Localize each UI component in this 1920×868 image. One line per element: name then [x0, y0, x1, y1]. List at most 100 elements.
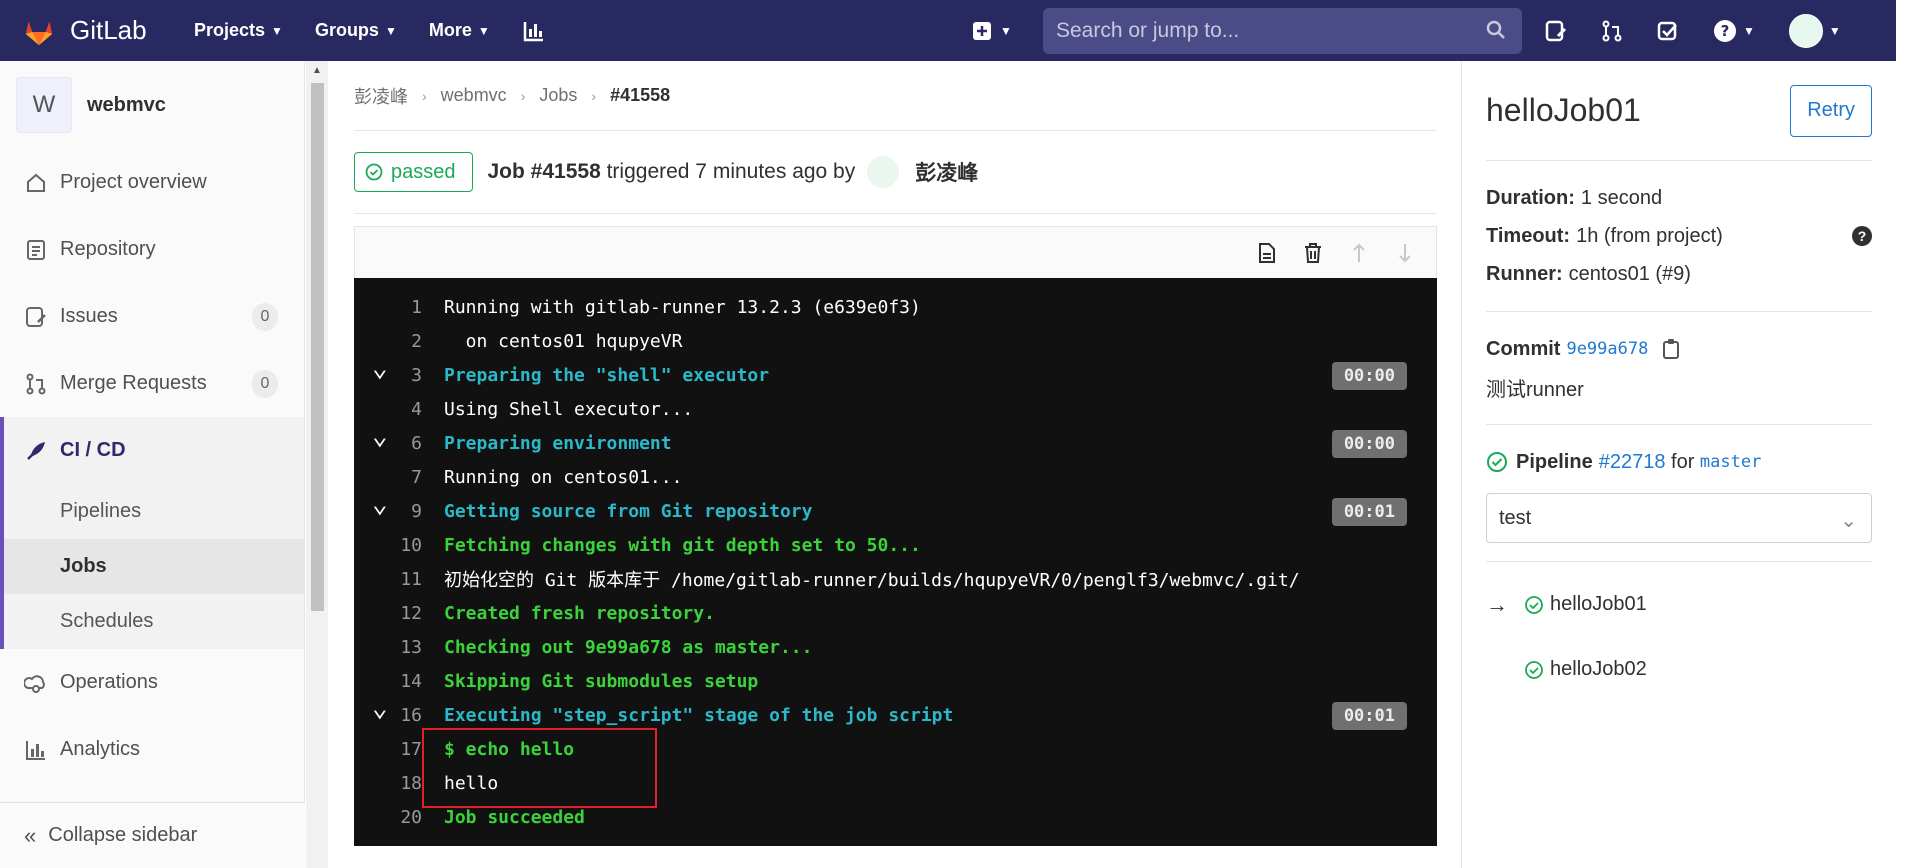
- sidebar-item-issues[interactable]: Issues 0: [0, 283, 304, 350]
- help-dropdown[interactable]: ? ▼: [1713, 19, 1755, 43]
- log-line-number[interactable]: 16: [354, 705, 444, 726]
- analytics-chart-icon: [24, 738, 48, 762]
- timeout-label: Timeout:: [1486, 224, 1571, 247]
- duration-row: Duration: 1 second: [1486, 179, 1872, 217]
- log-line-number[interactable]: 2: [354, 331, 444, 352]
- chevron-down-icon: ▼: [271, 23, 283, 38]
- sidebar-item-label: Repository: [60, 238, 156, 260]
- activity-chart-icon[interactable]: [522, 19, 546, 43]
- log-line-text: $ echo hello: [444, 738, 575, 760]
- chevron-down-icon[interactable]: ⌄: [372, 693, 396, 723]
- log-line-text: Running with gitlab-runner 13.2.3 (e639e…: [444, 296, 921, 318]
- stage-job-current[interactable]: → helloJob01: [1486, 582, 1872, 627]
- raw-log-button[interactable]: [1244, 242, 1290, 264]
- chevron-down-icon[interactable]: ⌄: [372, 353, 396, 383]
- sidebar-subitem-jobs[interactable]: Jobs: [4, 539, 304, 594]
- pipeline-link[interactable]: #22718: [1599, 451, 1666, 474]
- issues-icon: [24, 305, 48, 329]
- log-line-number[interactable]: 9: [354, 501, 444, 522]
- log-line-number[interactable]: 7: [354, 467, 444, 488]
- scroll-bottom-button[interactable]: [1382, 242, 1428, 264]
- clipboard-icon[interactable]: [1662, 338, 1680, 360]
- log-line: 2 on centos01 hqupyeVR: [354, 324, 1437, 358]
- search-placeholder: Search or jump to...: [1056, 19, 1240, 42]
- runner-label: Runner:: [1486, 262, 1563, 285]
- gitlab-brand[interactable]: GitLab: [22, 14, 194, 48]
- log-section-header[interactable]: ⌄ 9 Getting source from Git repository 00:0…: [354, 489, 1437, 528]
- breadcrumb-jobs[interactable]: Jobs: [539, 85, 577, 106]
- sidebar-item-cicd[interactable]: CI / CD: [4, 417, 304, 484]
- status-badge[interactable]: passed: [354, 152, 473, 192]
- arrow-up-icon: [1353, 243, 1365, 262]
- stage-job[interactable]: helloJob02: [1486, 627, 1872, 712]
- log-line: 4 Using Shell executor...: [354, 392, 1437, 426]
- rocket-icon: [24, 439, 48, 463]
- sidebar-item-merge-requests[interactable]: Merge Requests 0: [0, 350, 304, 417]
- nav-groups[interactable]: Groups ▼: [315, 20, 397, 41]
- log-line-number[interactable]: 14: [354, 671, 444, 692]
- sidebar-subitem-schedules[interactable]: Schedules: [4, 594, 304, 649]
- stage-job-name: helloJob01: [1550, 593, 1647, 615]
- scrollbar-thumb[interactable]: [311, 83, 324, 611]
- todo-issues-icon[interactable]: [1545, 20, 1567, 42]
- log-line-number[interactable]: 6: [354, 433, 444, 454]
- scroll-top-button[interactable]: [1336, 242, 1382, 264]
- merge-requests-count-badge: 0: [252, 370, 278, 398]
- job-name-title: helloJob01: [1486, 92, 1641, 128]
- collapse-sidebar-button[interactable]: « Collapse sidebar: [0, 802, 305, 868]
- log-section-header[interactable]: ⌄ 16 Executing "step_script" stage of the …: [354, 693, 1437, 732]
- log-line-number[interactable]: 20: [354, 807, 444, 828]
- issues-count-badge: 0: [252, 303, 278, 331]
- sidebar-item-repository[interactable]: Repository: [0, 216, 304, 283]
- nav-projects[interactable]: Projects ▼: [194, 20, 283, 41]
- sidebar-item-label: Project overview: [60, 171, 207, 193]
- log-line-number[interactable]: 12: [354, 603, 444, 624]
- log-line-number[interactable]: 3: [354, 365, 444, 386]
- log-section-header[interactable]: ⌄ 6 Preparing environment 00:00: [354, 421, 1437, 460]
- log-line-number[interactable]: 18: [354, 773, 444, 794]
- search-input[interactable]: Search or jump to...: [1043, 8, 1522, 54]
- log-line-number[interactable]: 1: [354, 297, 444, 318]
- log-line-number[interactable]: 17: [354, 739, 444, 760]
- job-user-link[interactable]: 彭凌峰: [915, 157, 978, 187]
- help-question-icon[interactable]: ?: [1852, 226, 1872, 246]
- sidebar-item-project-overview[interactable]: Project overview: [0, 149, 304, 216]
- log-line-number[interactable]: 11: [354, 569, 444, 590]
- sidebar-item-analytics[interactable]: Analytics: [0, 716, 304, 783]
- branch-link[interactable]: master: [1700, 452, 1761, 472]
- breadcrumb-project[interactable]: webmvc: [441, 85, 507, 106]
- log-line-number[interactable]: 13: [354, 637, 444, 658]
- stage-select[interactable]: test ⌄: [1486, 493, 1872, 543]
- sidebar-item-operations[interactable]: Operations: [0, 649, 304, 716]
- project-header[interactable]: W webmvc: [0, 61, 304, 149]
- document-icon: [24, 238, 48, 262]
- log-line-number[interactable]: 4: [354, 399, 444, 420]
- nav-more[interactable]: More ▼: [429, 20, 490, 41]
- scroll-up-arrow-icon[interactable]: ▲: [312, 65, 322, 76]
- sidebar-scrollbar[interactable]: ▲: [306, 61, 328, 868]
- log-line: 14 Skipping Git submodules setup: [354, 664, 1437, 698]
- new-item-dropdown[interactable]: ▼: [972, 21, 1012, 41]
- log-line-number[interactable]: 10: [354, 535, 444, 556]
- chevron-down-icon[interactable]: ⌄: [372, 421, 396, 451]
- chevron-down-icon: ▼: [384, 23, 397, 38]
- merge-request-icon[interactable]: [1601, 20, 1623, 42]
- chevron-down-icon: ▼: [477, 23, 490, 38]
- erase-log-button[interactable]: [1290, 242, 1336, 264]
- sidebar-subitem-pipelines[interactable]: Pipelines: [4, 484, 304, 539]
- commit-sha-link[interactable]: 9e99a678: [1566, 339, 1648, 359]
- user-avatar: [1788, 13, 1823, 48]
- todo-checkbox-icon[interactable]: [1657, 20, 1679, 42]
- log-section-header[interactable]: ⌄ 3 Preparing the "shell" executor 00:00: [354, 353, 1437, 392]
- stage-job-name: helloJob02: [1550, 658, 1647, 680]
- job-main: 彭凌峰 › webmvc › Jobs › #41558 passed Job #41…: [354, 61, 1437, 868]
- retry-button[interactable]: Retry: [1790, 84, 1872, 137]
- breadcrumb-user[interactable]: 彭凌峰: [354, 83, 408, 109]
- section-duration-badge: 00:01: [1331, 498, 1407, 526]
- user-menu[interactable]: ▼: [1788, 13, 1841, 48]
- chevron-down-icon[interactable]: ⌄: [372, 489, 396, 519]
- breadcrumb-current-job[interactable]: #41558: [610, 85, 670, 106]
- log-line-text: Checking out 9e99a678 as master...: [444, 636, 813, 658]
- user-avatar[interactable]: [867, 156, 900, 188]
- job-triggered-text: triggered 7 minutes ago by: [606, 160, 856, 183]
